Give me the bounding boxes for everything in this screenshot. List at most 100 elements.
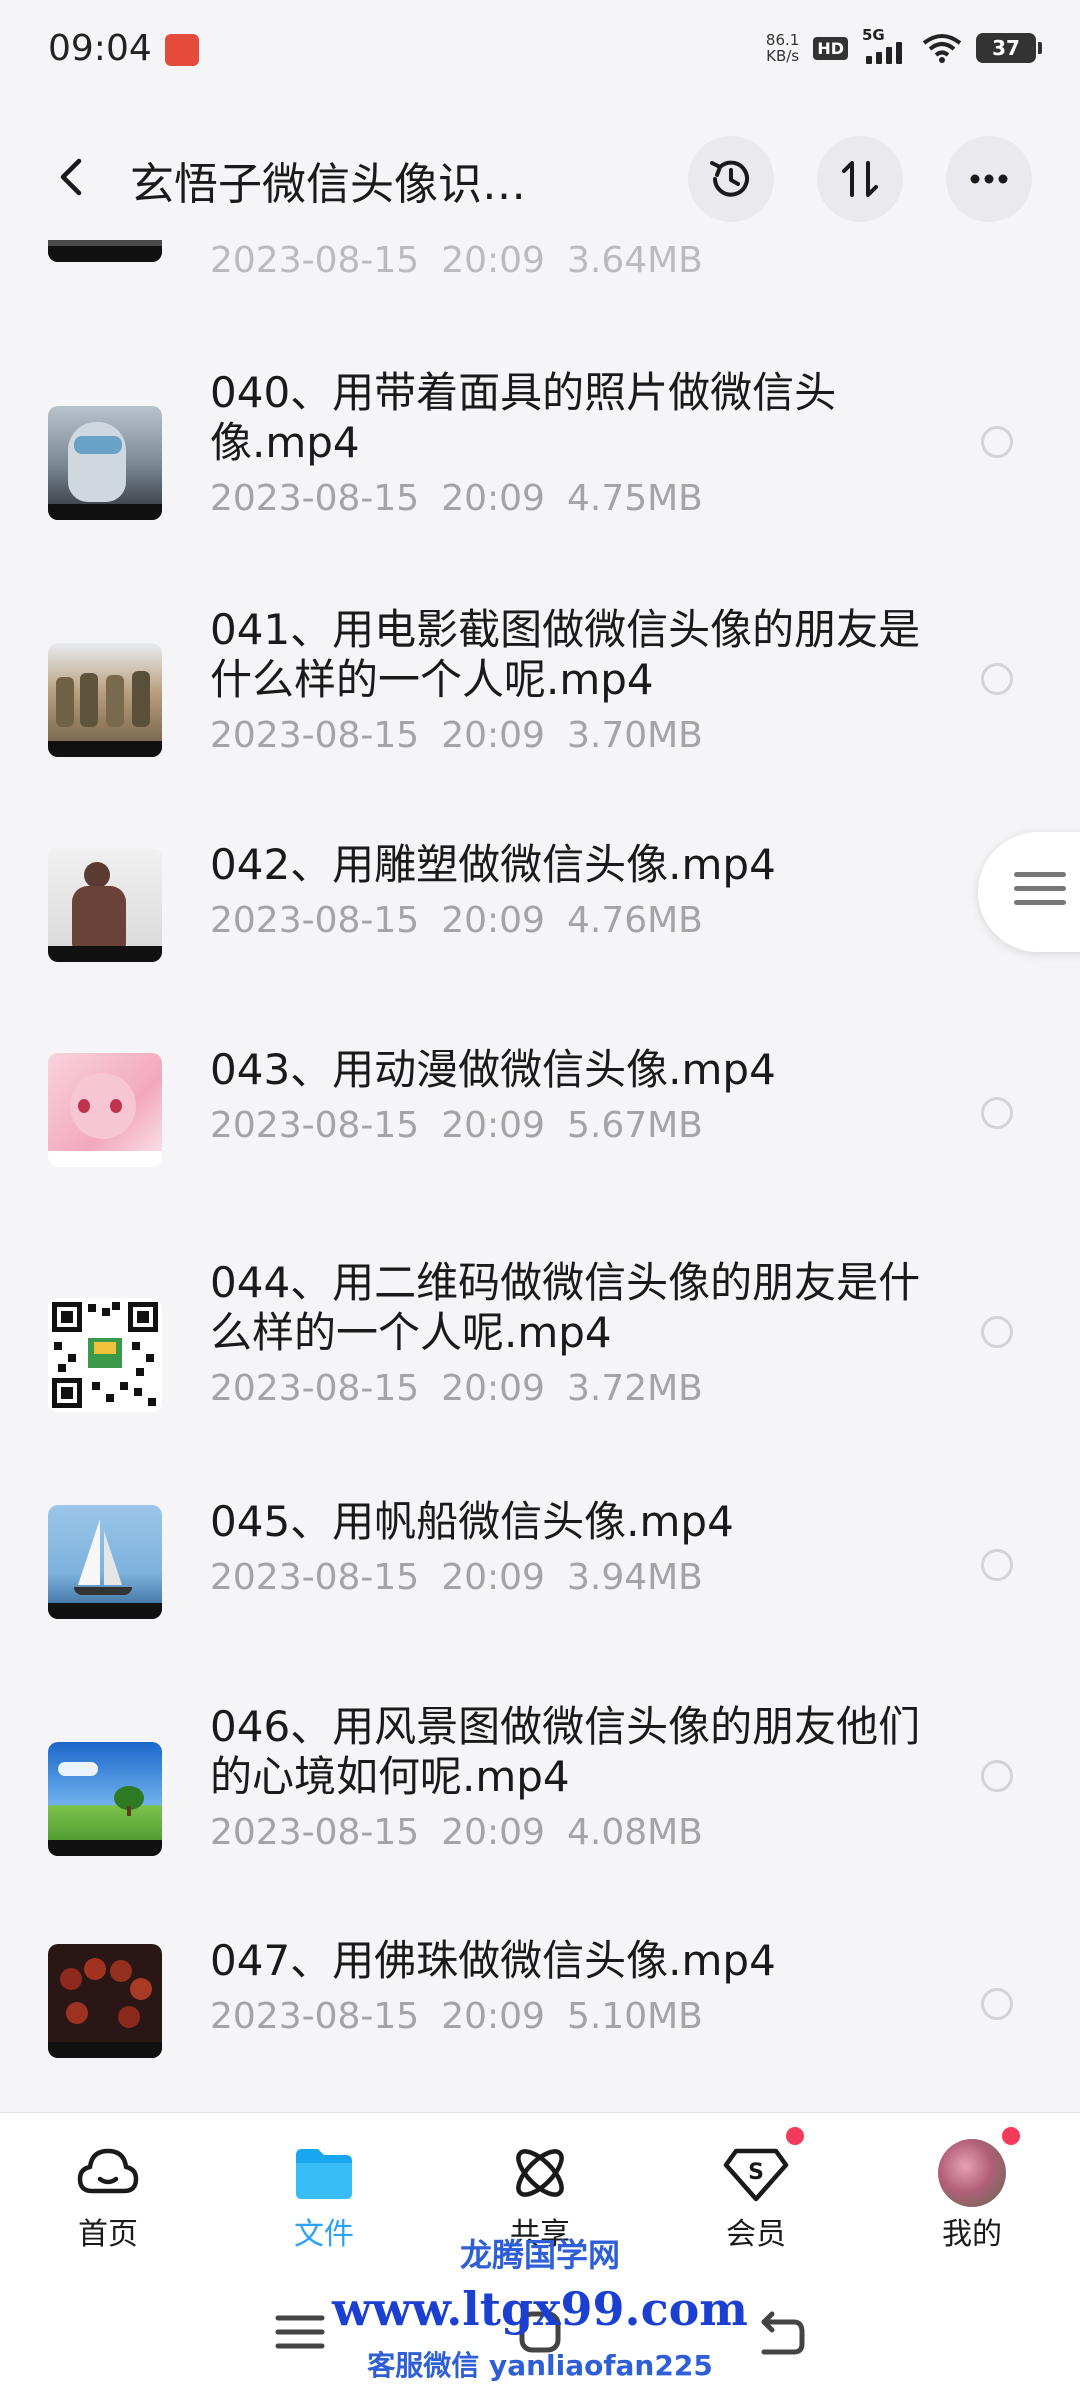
svg-text:S: S (748, 2160, 764, 2185)
home-icon[interactable] (510, 2302, 570, 2362)
file-size: 3.64MB (566, 240, 703, 281)
back-button[interactable] (38, 142, 108, 212)
file-size: 4.75MB (566, 478, 703, 519)
file-size: 4.08MB (566, 1812, 703, 1853)
list-item[interactable]: 041、用电影截图做微信头像的朋友是什么样的一个人呢.mp4 2023-08-1… (0, 605, 1080, 805)
file-meta: 2023-08-15 20:09 3.72MB (210, 1368, 725, 1409)
select-checkbox[interactable] (981, 1316, 1013, 1348)
file-time: 20:09 (441, 1996, 545, 2037)
file-size: 5.10MB (566, 1996, 703, 2037)
file-browser-screen: 09:04 86.1 KB/s HD 5G 37 玄悟子微信头像识… 2023-… (0, 0, 1080, 2400)
network-speed-value: 86.1 (765, 31, 800, 49)
file-name: 041、用电影截图做微信头像的朋友是什么样的一个人呢.mp4 (210, 605, 921, 704)
folder-icon (296, 2149, 352, 2199)
list-item[interactable]: 046、用风景图做微信头像的朋友他们的心境如何呢.mp4 2023-08-15 2… (0, 1702, 1080, 1902)
more-button[interactable] (946, 136, 1032, 222)
file-date: 2023-08-15 (210, 900, 420, 941)
file-meta: 2023-08-15 20:09 3.70MB (210, 715, 725, 756)
file-time: 20:09 (441, 1368, 545, 1409)
nav-item-vip[interactable]: S 会员 (648, 2113, 864, 2263)
nav-label: 会员 (726, 2217, 786, 2252)
file-name: 043、用动漫做微信头像.mp4 (210, 1045, 776, 1094)
file-date: 2023-08-15 (210, 240, 420, 281)
network-speed: 86.1 KB/s (766, 32, 799, 64)
list-item[interactable]: 040、用带着面具的照片做微信头像.mp4 2023-08-15 20:09 4.7… (0, 368, 1080, 568)
file-meta: 2023-08-15 20:09 3.64MB (210, 240, 725, 281)
file-time: 20:09 (441, 715, 545, 756)
notification-dot (786, 2127, 804, 2145)
file-meta: 2023-08-15 20:09 4.76MB (210, 900, 725, 941)
select-checkbox[interactable] (981, 663, 1013, 695)
file-meta: 2023-08-15 20:09 5.67MB (210, 1105, 725, 1146)
history-icon (710, 160, 749, 197)
list-item[interactable]: 2023-08-15 20:09 3.64MB (0, 240, 1080, 300)
file-name: 046、用风景图做微信头像的朋友他们的心境如何呢.mp4 (210, 1702, 921, 1801)
file-meta: 2023-08-15 20:09 5.10MB (210, 1996, 725, 2037)
notification-dot (1002, 2127, 1020, 2145)
file-date: 2023-08-15 (210, 715, 420, 756)
file-time: 20:09 (441, 1557, 545, 1598)
video-thumbnail (48, 406, 162, 520)
file-size: 3.72MB (566, 1368, 703, 1409)
vip-diamond-icon: S (723, 2148, 789, 2202)
video-thumbnail (48, 1053, 162, 1167)
nav-item-home[interactable]: 首页 (0, 2113, 216, 2263)
select-checkbox[interactable] (981, 1549, 1013, 1581)
file-size: 3.94MB (566, 1557, 703, 1598)
list-item[interactable]: 044、用二维码做微信头像的朋友是什么样的一个人呢.mp4 2023-08-15… (0, 1258, 1080, 1458)
more-icon (970, 174, 1008, 184)
list-item[interactable]: 045、用帆船微信头像.mp4 2023-08-15 20:09 3.94MB (0, 1497, 1080, 1647)
file-time: 20:09 (441, 478, 545, 519)
share-atom-icon (516, 2149, 564, 2197)
file-date: 2023-08-15 (210, 478, 420, 519)
network-type: 5G (862, 26, 885, 44)
status-time: 09:04 (48, 28, 152, 69)
qr-code-image (52, 1302, 158, 1408)
video-thumbnail (48, 1742, 162, 1856)
file-date: 2023-08-15 (210, 1812, 420, 1853)
video-thumbnail (48, 1505, 162, 1619)
list-item[interactable]: 047、用佛珠做微信头像.mp4 2023-08-15 20:09 5.10MB (0, 1936, 1080, 2086)
wifi-icon (922, 34, 962, 63)
battery-indicator: 37 (976, 33, 1042, 63)
sort-button[interactable] (817, 136, 903, 222)
select-checkbox[interactable] (981, 1760, 1013, 1792)
file-time: 20:09 (441, 1812, 545, 1853)
avatar (938, 2139, 1006, 2207)
sort-icon (842, 161, 878, 197)
file-meta: 2023-08-15 20:09 4.08MB (210, 1812, 725, 1853)
nav-label: 我的 (942, 2217, 1002, 2252)
back-icon (60, 158, 82, 196)
file-name: 040、用带着面具的照片做微信头像.mp4 (210, 368, 837, 467)
select-checkbox[interactable] (981, 1097, 1013, 1129)
cloud-icon (77, 2148, 139, 2194)
file-list: 2023-08-15 20:09 3.64MB 040、用带着面具的照片做微信头像.… (0, 240, 1080, 2110)
menu-icon[interactable] (270, 2302, 330, 2362)
file-size: 4.76MB (566, 900, 703, 941)
video-thumbnail (48, 848, 162, 962)
bottom-navigation: 首页 文件 共享 S 会员 我的 (0, 2112, 1080, 2262)
list-item[interactable]: 042、用雕塑做微信头像.mp4 2023-08-15 20:09 4.76MB (0, 840, 1080, 990)
back-gesture-icon[interactable] (750, 2302, 810, 2362)
nav-item-files[interactable]: 文件 (216, 2113, 432, 2263)
video-thumbnail (48, 240, 162, 262)
cellular-signal-icon: 5G (862, 26, 908, 66)
video-thumbnail (48, 1298, 162, 1412)
video-thumbnail (48, 1944, 162, 2058)
nav-label: 首页 (78, 2217, 138, 2252)
file-name: 045、用帆船微信头像.mp4 (210, 1497, 734, 1546)
select-checkbox[interactable] (981, 426, 1013, 458)
select-checkbox[interactable] (981, 1988, 1013, 2020)
list-item[interactable]: 043、用动漫做微信头像.mp4 2023-08-15 20:09 5.67MB (0, 1045, 1080, 1195)
notification-app-icon (165, 34, 199, 66)
history-button[interactable] (688, 136, 774, 222)
file-name: 044、用二维码做微信头像的朋友是什么样的一个人呢.mp4 (210, 1258, 921, 1357)
nav-item-share[interactable]: 共享 (432, 2113, 648, 2263)
nav-item-me[interactable]: 我的 (864, 2113, 1080, 2263)
hd-badge: HD (813, 36, 848, 60)
file-time: 20:09 (441, 240, 545, 281)
network-speed-unit: KB/s (766, 47, 800, 65)
file-date: 2023-08-15 (210, 1557, 420, 1598)
nav-label: 共享 (510, 2217, 570, 2252)
system-navigation-bar (0, 2262, 1080, 2400)
